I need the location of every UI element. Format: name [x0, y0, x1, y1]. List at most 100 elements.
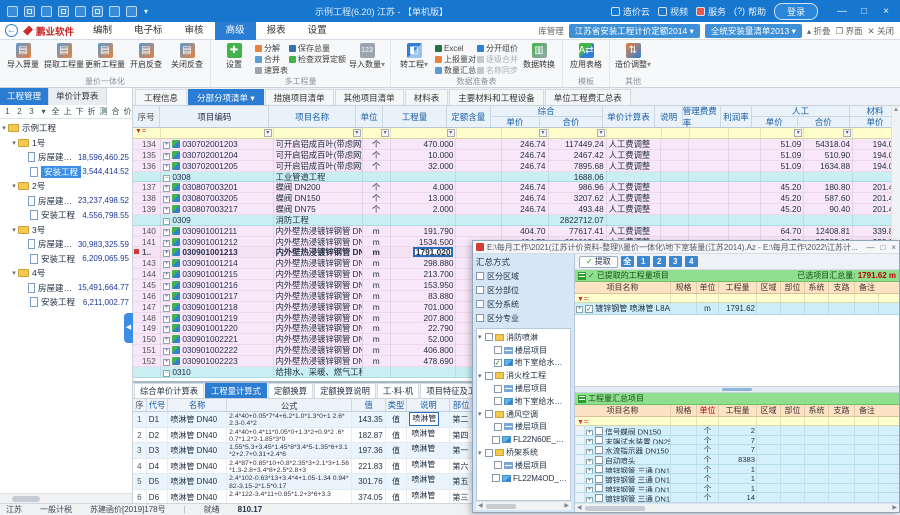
checkbox-icon[interactable] [494, 359, 502, 367]
quota-library-select[interactable]: 江苏省安装工程计价定额2014 ▾ [569, 24, 700, 38]
tree-item[interactable]: ▾ 房屋建筑工程 30,983,325.59 [0, 237, 132, 252]
library-manager-button[interactable]: 库管理 [538, 25, 564, 37]
expand-icon[interactable] [163, 261, 170, 268]
close-file-button[interactable]: ✕ 关闭 [868, 25, 894, 37]
boq-table-row[interactable]: 0308 工业管道工程 1688.06 [133, 172, 900, 183]
checkbox-icon[interactable] [595, 484, 603, 492]
tree-item[interactable]: ▾ 4号 [0, 266, 132, 281]
checkbox-icon[interactable] [476, 286, 484, 294]
calc-table-row[interactable]: 4 D4 喷淋管 DN40 2.4*87+0.85*10+0.8*2.35*3+… [133, 459, 472, 475]
level-merge-button[interactable]: 逐级合并 [477, 54, 518, 64]
tree-tool-button[interactable]: 上 [62, 105, 73, 118]
checkbox-icon[interactable] [595, 465, 603, 473]
source-tree-item[interactable]: ▾ 楼层项目 [478, 459, 569, 472]
expand-icon[interactable] [586, 468, 593, 473]
tree-tool-button[interactable]: 下 [74, 105, 85, 118]
source-tree-item[interactable]: ▾ 楼层项目 [478, 382, 569, 395]
scroll-up-icon[interactable]: ▲ [892, 106, 900, 115]
filter-dropdown-icon[interactable]: ▾ [381, 129, 389, 137]
checkbox-icon[interactable] [595, 427, 603, 435]
open-file-icon[interactable] [24, 6, 35, 17]
split-button[interactable]: 分解 [255, 43, 288, 53]
login-button[interactable]: 登录 [774, 3, 818, 20]
tree-item[interactable]: ▾ 2号 [0, 179, 132, 194]
float-close-button[interactable]: × [891, 243, 896, 252]
expand-icon[interactable] [163, 337, 170, 344]
expand-icon[interactable] [163, 175, 170, 182]
expand-icon[interactable] [163, 218, 170, 225]
checkbox-icon[interactable] [595, 456, 603, 464]
boq-table-row[interactable]: 138 030807003205 蝶阀 DN150 个 13.000 246.7… [133, 193, 900, 204]
summary-row[interactable]: 镀锌钢管 三通 DN150*150.. 个 14 [575, 493, 899, 503]
tree-tool-button[interactable]: 价 [122, 105, 133, 118]
sheet-tab[interactable]: 其他项目清单 [335, 89, 404, 105]
detail-tab[interactable]: 工程量计算式 [205, 383, 267, 398]
extracted-filter-row[interactable]: ▼= [575, 294, 899, 303]
summary-row[interactable]: 镀锌钢管 三通 DN125*100.. 个 1 [575, 474, 899, 484]
summary-option[interactable]: 区分区域 [476, 269, 571, 283]
tree-caret-icon[interactable]: ▾ [478, 449, 485, 457]
summary-option[interactable]: 区分部位 [476, 283, 571, 297]
video-button[interactable]: 视频 [658, 5, 688, 18]
summary-row[interactable]: 水流指示器 DN150 个 7 [575, 445, 899, 455]
save-icon[interactable] [41, 6, 52, 17]
save-all-icon[interactable] [58, 6, 69, 17]
expand-icon[interactable] [163, 207, 170, 214]
checkbox-icon[interactable] [595, 446, 603, 454]
quantity-summary-button[interactable]: 数量汇总 [435, 65, 476, 75]
ribbon-tab[interactable]: 电子标 [123, 22, 174, 40]
cloud-button[interactable]: 造价云 [611, 5, 650, 18]
expand-icon[interactable] [163, 283, 170, 290]
detail-tab[interactable]: 定额换算 [268, 383, 313, 398]
expand-icon[interactable] [163, 370, 170, 377]
source-tree-item[interactable]: ▾ FL22N60E_H15-空调 [478, 433, 569, 446]
expand-icon[interactable] [586, 497, 593, 502]
filter-dropdown-icon[interactable]: ▾ [447, 129, 455, 137]
level-number-button[interactable]: 4 [685, 256, 698, 267]
tree-caret-icon[interactable]: ▾ [10, 139, 18, 147]
filter-dropdown-icon[interactable]: ▾ [597, 129, 605, 137]
source-tree-item[interactable]: ▾ 楼层项目 [478, 421, 569, 434]
source-tree-item[interactable]: ▾ 消火栓工程 [478, 369, 569, 382]
summary-row[interactable]: 镀锌钢管 三通 DN125*125.. 个 1 [575, 484, 899, 494]
summary-option[interactable]: 区分系统 [476, 297, 571, 311]
detail-tab[interactable]: 工·料·机 [377, 383, 419, 398]
pane-hscrollbar[interactable]: ◀▶ [476, 501, 571, 510]
tree-item[interactable]: ▾ 安装工程 6,211,002.77 [0, 295, 132, 310]
tree-caret-icon[interactable]: ▾ [0, 124, 8, 132]
filter-dropdown-icon[interactable]: ▾ [843, 129, 851, 137]
ribbon-big-button[interactable]: ▤ 更新工程量 [85, 41, 125, 69]
expand-icon[interactable] [163, 326, 170, 333]
expand-icon[interactable] [576, 306, 583, 313]
service-button[interactable]: 服务 [696, 5, 726, 18]
sheet-tab[interactable]: 措施项目清单 [265, 89, 334, 105]
sidebar-tab[interactable]: 单价计算表 [49, 88, 107, 105]
tree-tool-button[interactable]: 折 [86, 105, 97, 118]
tree-caret-icon[interactable]: ▾ [478, 410, 485, 418]
tree-tool-button[interactable]: 全 [50, 105, 61, 118]
ribbon-big-button[interactable]: ▤ 提取工程量 [44, 41, 84, 69]
import-quantity-button[interactable]: 123导入数量▾ [347, 41, 387, 69]
expand-icon[interactable] [163, 305, 170, 312]
expand-icon[interactable] [586, 487, 593, 492]
filter-dropdown-icon[interactable]: ▾ [539, 129, 547, 137]
filter-dropdown-icon[interactable]: ▾ [794, 129, 802, 137]
ribbon-big-button[interactable]: ▤ 开启反查 [126, 41, 166, 69]
maximize-button[interactable]: □ [854, 6, 874, 17]
tree-item[interactable]: ▾ 3号 [0, 223, 132, 238]
calc-table-row[interactable]: 3 D3 喷淋管 DN40 1.55*5.3+3.45*1.45*8*3.4*5… [133, 443, 472, 459]
expand-icon[interactable] [163, 229, 170, 236]
checkbox-icon[interactable] [485, 333, 493, 341]
expand-icon[interactable] [163, 196, 170, 203]
source-tree-item[interactable]: ▾ 消防喷淋 [478, 331, 569, 344]
sheet-tab[interactable]: 主要材料和工程设备 [449, 89, 544, 105]
filter-dropdown-icon[interactable]: ▾ [353, 129, 361, 137]
source-tree-item[interactable]: ▾ 地下室给水排水- [478, 357, 569, 370]
main-vscrollbar[interactable]: ▲ [891, 106, 900, 241]
expand-icon[interactable] [163, 348, 170, 355]
checkbox-icon[interactable] [494, 461, 502, 469]
boq-table-row[interactable]: 136 030702001205 可开启铝成百叶(带虑网) 800*200 个 … [133, 161, 900, 172]
expand-icon[interactable] [163, 250, 170, 257]
tree-item[interactable]: ▾ 安装工程 3,544,414.52 [0, 165, 132, 180]
close-button[interactable]: × [876, 6, 896, 17]
